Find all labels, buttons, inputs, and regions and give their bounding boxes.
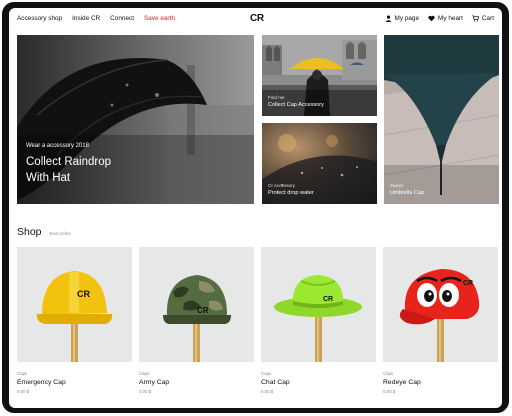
shop-subtitle[interactable]: Best seller	[50, 231, 71, 236]
product-category: Caps	[261, 371, 272, 376]
product-price: 0.00 $	[383, 389, 396, 394]
user-icon	[385, 15, 391, 22]
product-category: Caps	[17, 371, 28, 376]
hero-glass-text: Cr Accessory Protect drop water	[268, 183, 314, 196]
product-price: 0.00 $	[261, 389, 274, 394]
hero-main-text: Wear a accessory 2018 Collect Raindrop W…	[26, 143, 136, 186]
device-frame: Accessory shop Inside CR Connect Save ea…	[2, 2, 509, 413]
closed-umbrella-photo	[384, 35, 499, 204]
svg-text:CR: CR	[463, 280, 473, 287]
hero-glass-banner[interactable]: Cr Accessory Protect drop water	[262, 123, 377, 204]
svg-text:CR: CR	[77, 289, 90, 299]
product-image[interactable]: CR	[17, 247, 132, 362]
cart-icon	[472, 15, 479, 22]
hero-umbrella-subtitle: Sweat	[390, 183, 403, 188]
nav-inside-cr[interactable]: Inside CR	[72, 15, 100, 22]
shop-title: Shop	[17, 226, 42, 238]
top-nav: Accessory shop Inside CR Connect Save ea…	[9, 8, 502, 32]
product-image[interactable]: CR	[383, 247, 498, 362]
hero-main-banner[interactable]: Wear a accessory 2018 Collect Raindrop W…	[17, 35, 254, 204]
hero-venice-banner[interactable]: Find me Collect Cap Accessory	[262, 35, 377, 116]
logo[interactable]: CR	[250, 13, 264, 24]
hero-venice-title: Collect Cap Accessory	[268, 102, 324, 108]
svg-text:CR: CR	[197, 306, 209, 315]
product-name[interactable]: Army Cap	[139, 379, 254, 386]
product-name[interactable]: Emergency Cap	[17, 379, 132, 386]
nav-accessory-shop[interactable]: Accessory shop	[17, 15, 62, 22]
my-heart-label: My heart	[438, 15, 463, 22]
cart-label: Cart	[481, 15, 494, 22]
product-image[interactable]: CR	[261, 247, 376, 362]
heart-icon	[428, 15, 435, 22]
hero-venice-subtitle: Find me	[268, 95, 285, 100]
my-page-link[interactable]: My page	[385, 15, 420, 22]
product-card[interactable]: CR Caps Redeye Cap 0.00 $	[383, 247, 498, 394]
shop-heading: Shop Best seller	[17, 226, 71, 238]
nav-left: Accessory shop Inside CR Connect Save ea…	[17, 15, 175, 22]
product-card[interactable]: CR Caps Emergency Cap 0.00 $	[17, 247, 132, 394]
product-name[interactable]: Chat Cap	[261, 379, 376, 386]
product-card[interactable]: CR Caps Chat Cap 0.00 $	[261, 247, 376, 394]
hero-main-title: Collect Raindrop With Hat	[26, 156, 112, 184]
cart-link[interactable]: Cart	[472, 15, 494, 22]
nav-save-earth[interactable]: Save earth	[144, 15, 175, 22]
camo-helmet-icon: CR	[163, 275, 231, 362]
nav-connect[interactable]: Connect	[110, 15, 134, 22]
hero-umbrella-banner[interactable]: Sweat Umbrella Cap	[384, 35, 499, 204]
yellow-hard-hat-icon: CR	[36, 271, 113, 362]
hero-main-subtitle: Wear a accessory 2018	[26, 143, 89, 149]
product-image[interactable]: CR	[139, 247, 254, 362]
red-eye-cap-icon: CR	[399, 269, 480, 362]
hero-glass-title: Protect drop water	[268, 190, 314, 196]
screen: Accessory shop Inside CR Connect Save ea…	[9, 8, 502, 408]
my-page-label: My page	[394, 15, 420, 22]
green-fedora-icon: CR	[274, 275, 362, 362]
nav-right: My page My heart Cart	[385, 15, 494, 22]
product-price: 0.00 $	[139, 389, 152, 394]
product-card[interactable]: CR Caps Army Cap 0.00 $	[139, 247, 254, 394]
product-price: 0.00 $	[17, 389, 30, 394]
product-name[interactable]: Redeye Cap	[383, 379, 498, 386]
my-heart-link[interactable]: My heart	[428, 15, 463, 22]
hero-glass-subtitle: Cr Accessory	[268, 183, 296, 188]
hero-umbrella-text: Sweat Umbrella Cap	[390, 183, 424, 196]
product-category: Caps	[383, 371, 394, 376]
hero-venice-text: Find me Collect Cap Accessory	[268, 95, 324, 108]
product-category: Caps	[139, 371, 150, 376]
svg-text:CR: CR	[323, 296, 333, 303]
hero-umbrella-title: Umbrella Cap	[390, 190, 425, 196]
